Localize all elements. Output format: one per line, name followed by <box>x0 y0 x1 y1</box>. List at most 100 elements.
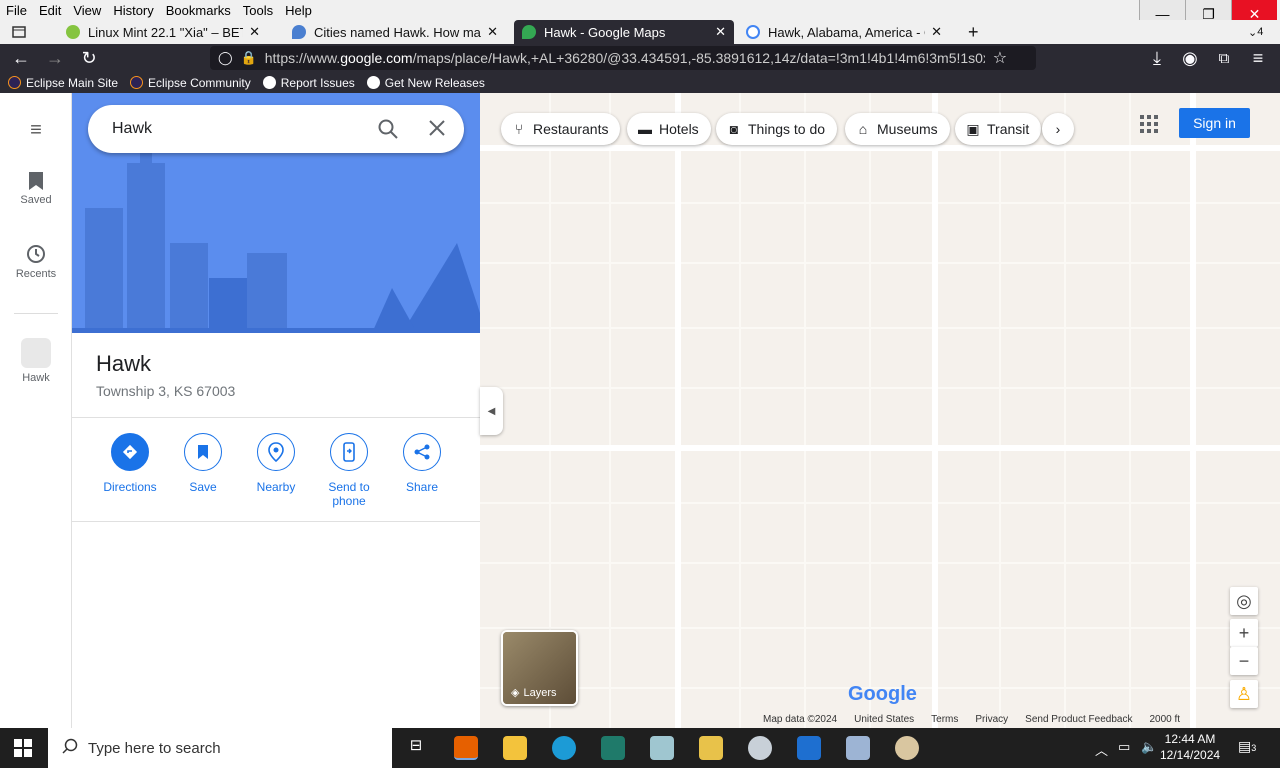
divider <box>72 521 480 522</box>
edge-icon[interactable] <box>552 736 576 760</box>
chip-hotels[interactable]: ▬ Hotels <box>627 113 711 145</box>
paint-icon[interactable] <box>895 736 919 760</box>
chips-next-button[interactable]: › <box>1042 113 1074 145</box>
save-button[interactable]: Save <box>167 433 239 494</box>
terms-link[interactable]: Terms <box>931 714 958 725</box>
reload-icon[interactable]: ↻ <box>72 48 106 69</box>
url-bar[interactable]: ◯ 🔒 https://www.google.com/maps/place/Ha… <box>210 46 1036 70</box>
forward-icon[interactable]: → <box>38 48 72 69</box>
restaurant-icon: ⑂ <box>514 121 524 137</box>
country-link[interactable]: United States <box>854 714 914 725</box>
tab-close-icon[interactable]: ✕ <box>931 24 942 40</box>
chip-museums[interactable]: ⌂ Museums <box>845 113 950 145</box>
back-icon[interactable]: ← <box>4 48 38 69</box>
menu-history[interactable]: History <box>107 3 159 18</box>
collapse-panel-button[interactable]: ◀ <box>480 387 503 435</box>
rail-saved[interactable]: Saved <box>0 171 72 206</box>
layers-button[interactable]: ◈ Layers <box>501 630 578 706</box>
chip-restaurants[interactable]: ⑂ Restaurants <box>501 113 621 145</box>
github-icon <box>366 76 380 89</box>
menu-tools[interactable]: Tools <box>237 3 279 18</box>
zoom-in-button[interactable]: + <box>1230 619 1258 647</box>
chip-things-to-do[interactable]: ◙ Things to do <box>716 113 838 145</box>
share-icon <box>403 433 441 471</box>
rail-recent-hawk[interactable]: Hawk <box>0 338 72 384</box>
network-icon[interactable]: ▭ <box>1118 739 1130 755</box>
notifications-icon[interactable]: ▤3 <box>1238 738 1256 755</box>
scale-bar[interactable]: 2000 ft <box>1149 714 1180 725</box>
tab-hawk-alabama[interactable]: Hawk, Alabama, America - Goo ✕ <box>738 20 950 44</box>
share-button[interactable]: Share <box>386 433 458 494</box>
task-view-icon[interactable]: ⊟ <box>404 736 428 760</box>
navigation-bar: ← → ↻ ◯ 🔒 https://www.google.com/maps/pl… <box>0 44 1280 72</box>
windows-start-icon[interactable] <box>14 739 32 762</box>
extensions-icon[interactable]: ⧉ <box>1207 50 1241 67</box>
tray-chevron-icon[interactable]: ︿ <box>1095 740 1108 759</box>
downloads-icon[interactable]: ⤓ <box>1140 48 1174 69</box>
bookmark-get-new-releases[interactable]: Get New Releases <box>366 76 485 90</box>
tab-list-icon[interactable] <box>12 20 26 44</box>
map-grid <box>480 93 1280 728</box>
search-box[interactable]: Hawk <box>88 105 464 153</box>
volume-muted-icon[interactable]: 🔈 <box>1141 739 1157 755</box>
hamburger-menu-icon[interactable]: ≡ <box>1241 48 1275 69</box>
pegman-icon[interactable]: ♙ <box>1230 680 1258 708</box>
bookmark-eclipse-community[interactable]: Eclipse Community <box>130 76 251 90</box>
feedback-link[interactable]: Send Product Feedback <box>1025 714 1132 725</box>
bookmark-icon <box>29 172 43 190</box>
tab-linux-mint[interactable]: Linux Mint 22.1 "Xia" – BETA Rel ✕ <box>58 20 268 44</box>
remote-desktop-icon[interactable] <box>846 736 870 760</box>
menu-help[interactable]: Help <box>279 3 318 18</box>
clear-search-icon[interactable] <box>428 119 446 142</box>
tab-close-icon[interactable]: ✕ <box>715 24 726 40</box>
train-icon: ▣ <box>966 120 980 137</box>
sign-in-button[interactable]: Sign in <box>1179 108 1250 138</box>
search-input[interactable]: Hawk <box>112 120 152 138</box>
file-explorer-icon[interactable] <box>503 736 527 760</box>
url-text[interactable]: https://www.google.com/maps/place/Hawk,+… <box>265 50 985 66</box>
hamburger-menu-icon[interactable]: ≡ <box>0 119 72 142</box>
layers-icon: ◈ <box>511 687 520 699</box>
notepad-icon[interactable] <box>650 736 674 760</box>
zoom-out-button[interactable]: − <box>1230 647 1258 675</box>
apps-grid-icon[interactable] <box>1140 115 1158 138</box>
bookmark-report-issues[interactable]: Report Issues <box>262 76 355 90</box>
my-location-icon[interactable]: ◎ <box>1230 587 1258 615</box>
privacy-link[interactable]: Privacy <box>975 714 1008 725</box>
search-icon[interactable] <box>378 119 398 144</box>
star-icon[interactable]: ☆ <box>993 48 1007 68</box>
clock[interactable]: 12:44 AM 12/14/2024 <box>1160 731 1220 763</box>
account-icon[interactable]: ◉ <box>1173 48 1207 69</box>
lock-icon[interactable]: 🔒 <box>241 50 257 66</box>
menu-bookmarks[interactable]: Bookmarks <box>160 3 237 18</box>
taskbar-search[interactable]: Type here to search <box>48 728 392 768</box>
chip-transit[interactable]: ▣ Transit <box>955 113 1042 145</box>
tab-hawk-google-maps[interactable]: Hawk - Google Maps ✕ <box>514 20 734 44</box>
new-tab-button[interactable]: + <box>960 20 990 44</box>
place-hero-image: Hawk <box>72 93 480 333</box>
shield-icon[interactable]: ◯ <box>218 50 233 66</box>
menu-view[interactable]: View <box>67 3 107 18</box>
tab-close-icon[interactable]: ✕ <box>487 24 498 40</box>
tab-overflow-button[interactable]: ⌄ 4 <box>1240 20 1271 44</box>
menu-edit[interactable]: Edit <box>33 3 67 18</box>
editor-icon[interactable] <box>699 736 723 760</box>
security-shield-icon[interactable] <box>797 736 821 760</box>
directions-button[interactable]: Directions <box>94 433 166 494</box>
nearby-button[interactable]: Nearby <box>240 433 312 494</box>
google-logo: Google <box>848 683 917 705</box>
rail-divider <box>14 313 58 314</box>
menu-file[interactable]: File <box>0 3 33 18</box>
eclipse-icon <box>130 76 144 89</box>
place-thumbnail-icon <box>21 338 51 368</box>
disc-icon[interactable] <box>748 736 772 760</box>
tab-close-icon[interactable]: ✕ <box>249 24 260 40</box>
firefox-taskbar-icon[interactable] <box>454 736 478 760</box>
tab-cities-hawk[interactable]: Cities named Hawk. How many ✕ <box>284 20 506 44</box>
send-to-phone-button[interactable]: Send to phone <box>313 433 385 508</box>
map-canvas[interactable]: ⑂ Restaurants ▬ Hotels ◙ Things to do ⌂ Muse… <box>480 93 1280 728</box>
place-title: Hawk <box>96 351 152 376</box>
rail-recents[interactable]: Recents <box>0 243 72 280</box>
bookmark-eclipse-main[interactable]: Eclipse Main Site <box>8 76 118 90</box>
app-icon[interactable] <box>601 736 625 760</box>
